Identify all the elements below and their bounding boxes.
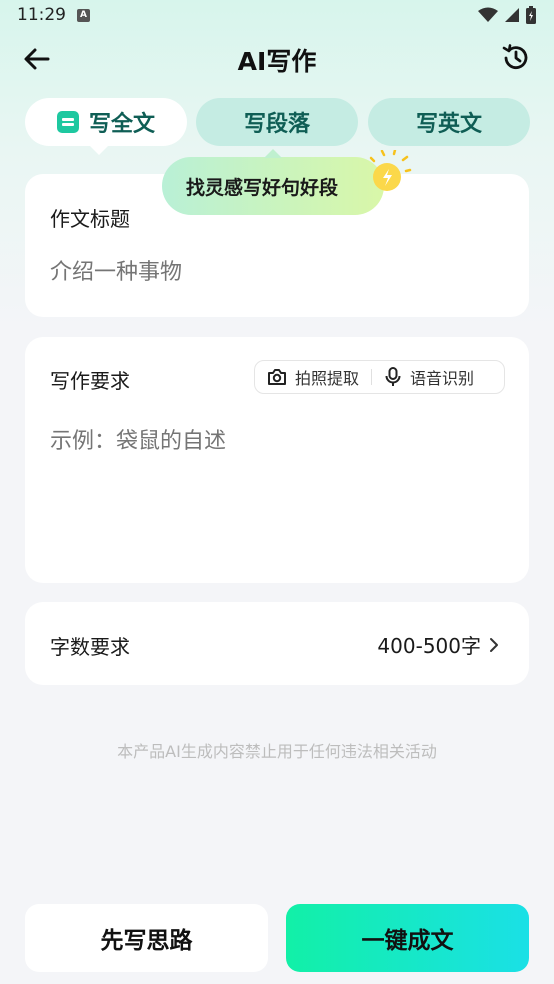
battery-icon: [526, 6, 536, 24]
camera-icon: [268, 369, 286, 385]
outline-first-button[interactable]: 先写思路: [25, 904, 268, 972]
status-time: 11:29: [17, 5, 66, 25]
input-tools: 拍照提取 语音识别: [254, 360, 505, 394]
tab-label: 写全文: [88, 112, 155, 137]
tab-label: 写段落: [243, 112, 310, 137]
generate-essay-button[interactable]: 一键成文: [286, 904, 529, 972]
history-button[interactable]: [500, 42, 532, 74]
word-count-label: 字数要求: [50, 635, 130, 659]
photo-extract-label: 拍照提取: [295, 369, 360, 388]
generate-essay-label: 一键成文: [361, 928, 454, 954]
tab-label: 写英文: [415, 112, 482, 137]
tab-write-full[interactable]: 写全文: [25, 98, 187, 155]
tab-write-paragraph[interactable]: 写段落: [196, 98, 358, 146]
disclaimer-text: 本产品AI生成内容禁止用于任何违法相关活动: [117, 742, 437, 761]
requirement-card: 写作要求 拍照提取 语音识别: [25, 337, 529, 583]
word-count-value: 400-500字: [377, 634, 481, 658]
wifi-icon: [478, 7, 498, 22]
inspiration-tooltip[interactable]: 找灵感写好句好段: [162, 149, 384, 215]
requirement-input[interactable]: [50, 423, 500, 563]
title-label: 作文标题: [50, 207, 130, 231]
outline-first-label: 先写思路: [100, 928, 193, 954]
lightbulb-icon: [369, 150, 412, 191]
tab-write-english[interactable]: 写英文: [368, 98, 530, 146]
word-count-selector[interactable]: 400-500字: [377, 630, 499, 659]
notification-icon: A: [77, 9, 90, 22]
microphone-icon: [385, 367, 401, 386]
requirement-label: 写作要求: [50, 369, 130, 393]
chevron-right-icon: [490, 637, 498, 652]
status-icons: [478, 6, 536, 24]
document-icon: [56, 111, 79, 133]
status-bar: 11:29 A: [0, 0, 554, 32]
history-icon: [502, 44, 528, 70]
tooltip-text: 找灵感写好句好段: [186, 176, 339, 199]
signal-icon: [505, 8, 519, 22]
photo-extract-button[interactable]: 拍照提取: [255, 361, 371, 393]
page-title: AI写作: [237, 47, 317, 76]
word-count-card[interactable]: 字数要求 400-500字: [25, 602, 529, 685]
title-input[interactable]: [50, 260, 490, 285]
voice-recognition-button[interactable]: 语音识别: [372, 361, 486, 393]
voice-recognition-label: 语音识别: [410, 369, 475, 388]
